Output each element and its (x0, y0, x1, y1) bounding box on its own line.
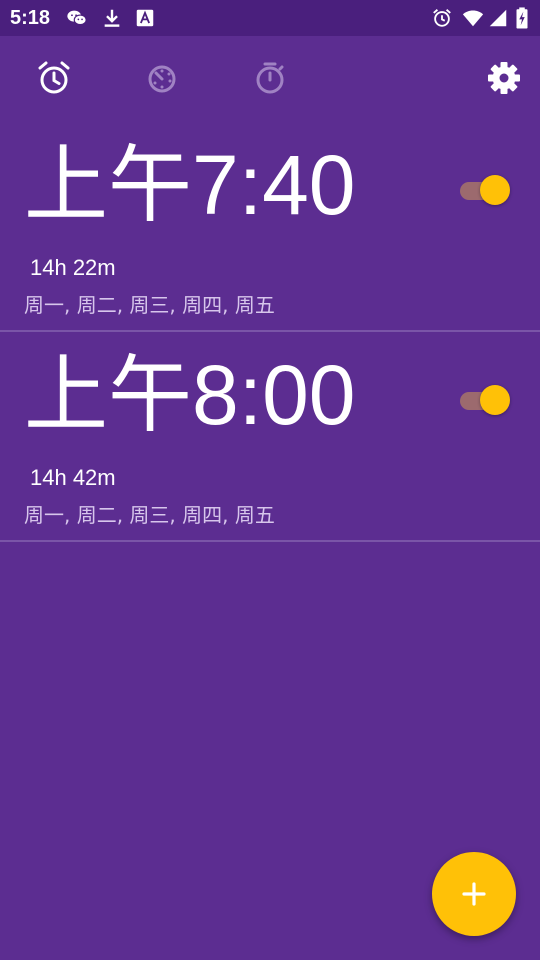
a-box-icon (134, 7, 156, 29)
alarm-hour-minute: 8:00 (192, 348, 356, 442)
alarm-app-screen: 5:18 上午7:40 14h 22m 周一, 周二, 周三, 周四, 周五 上… (0, 0, 540, 960)
alarm-clock-icon[interactable] (34, 58, 74, 98)
toolbar (0, 36, 540, 122)
clock-dial-icon[interactable] (142, 58, 182, 98)
plus-icon (460, 880, 488, 908)
alarm-toggle[interactable] (458, 384, 514, 416)
wifi-icon (462, 7, 484, 29)
alarm-remaining: 14h 42m (30, 465, 116, 490)
battery-charging-icon (514, 7, 530, 29)
alarm-repeat-days[interactable]: 周一, 周二, 周三, 周四, 周五 (24, 503, 275, 527)
toggle-thumb (480, 385, 510, 415)
alarm-item[interactable]: 上午7:40 14h 22m 周一, 周二, 周三, 周四, 周五 (0, 122, 540, 332)
alarm-ampm: 上午 (24, 346, 193, 444)
alarm-repeat-days[interactable]: 周一, 周二, 周三, 周四, 周五 (24, 293, 275, 317)
alarm-ampm: 上午 (24, 136, 193, 234)
alarm-toggle[interactable] (458, 174, 514, 206)
signal-icon (487, 7, 509, 29)
alarm-list: 上午7:40 14h 22m 周一, 周二, 周三, 周四, 周五 上午8:00… (0, 122, 540, 542)
alarm-time[interactable]: 上午8:00 (24, 340, 356, 450)
alarm-item[interactable]: 上午8:00 14h 42m 周一, 周二, 周三, 周四, 周五 (0, 332, 540, 542)
stopwatch-icon[interactable] (250, 58, 290, 98)
alarm-hour-minute: 7:40 (192, 138, 356, 232)
status-time: 5:18 (10, 7, 51, 29)
gear-icon[interactable] (484, 58, 524, 98)
add-alarm-button[interactable] (432, 852, 516, 936)
alarm-time[interactable]: 上午7:40 (24, 130, 356, 240)
status-bar: 5:18 (0, 0, 540, 36)
wechat-icon (66, 7, 88, 29)
alarm-remaining: 14h 22m (30, 255, 116, 280)
download-icon (101, 7, 123, 29)
alarm-status-icon (431, 7, 453, 29)
toggle-thumb (480, 175, 510, 205)
